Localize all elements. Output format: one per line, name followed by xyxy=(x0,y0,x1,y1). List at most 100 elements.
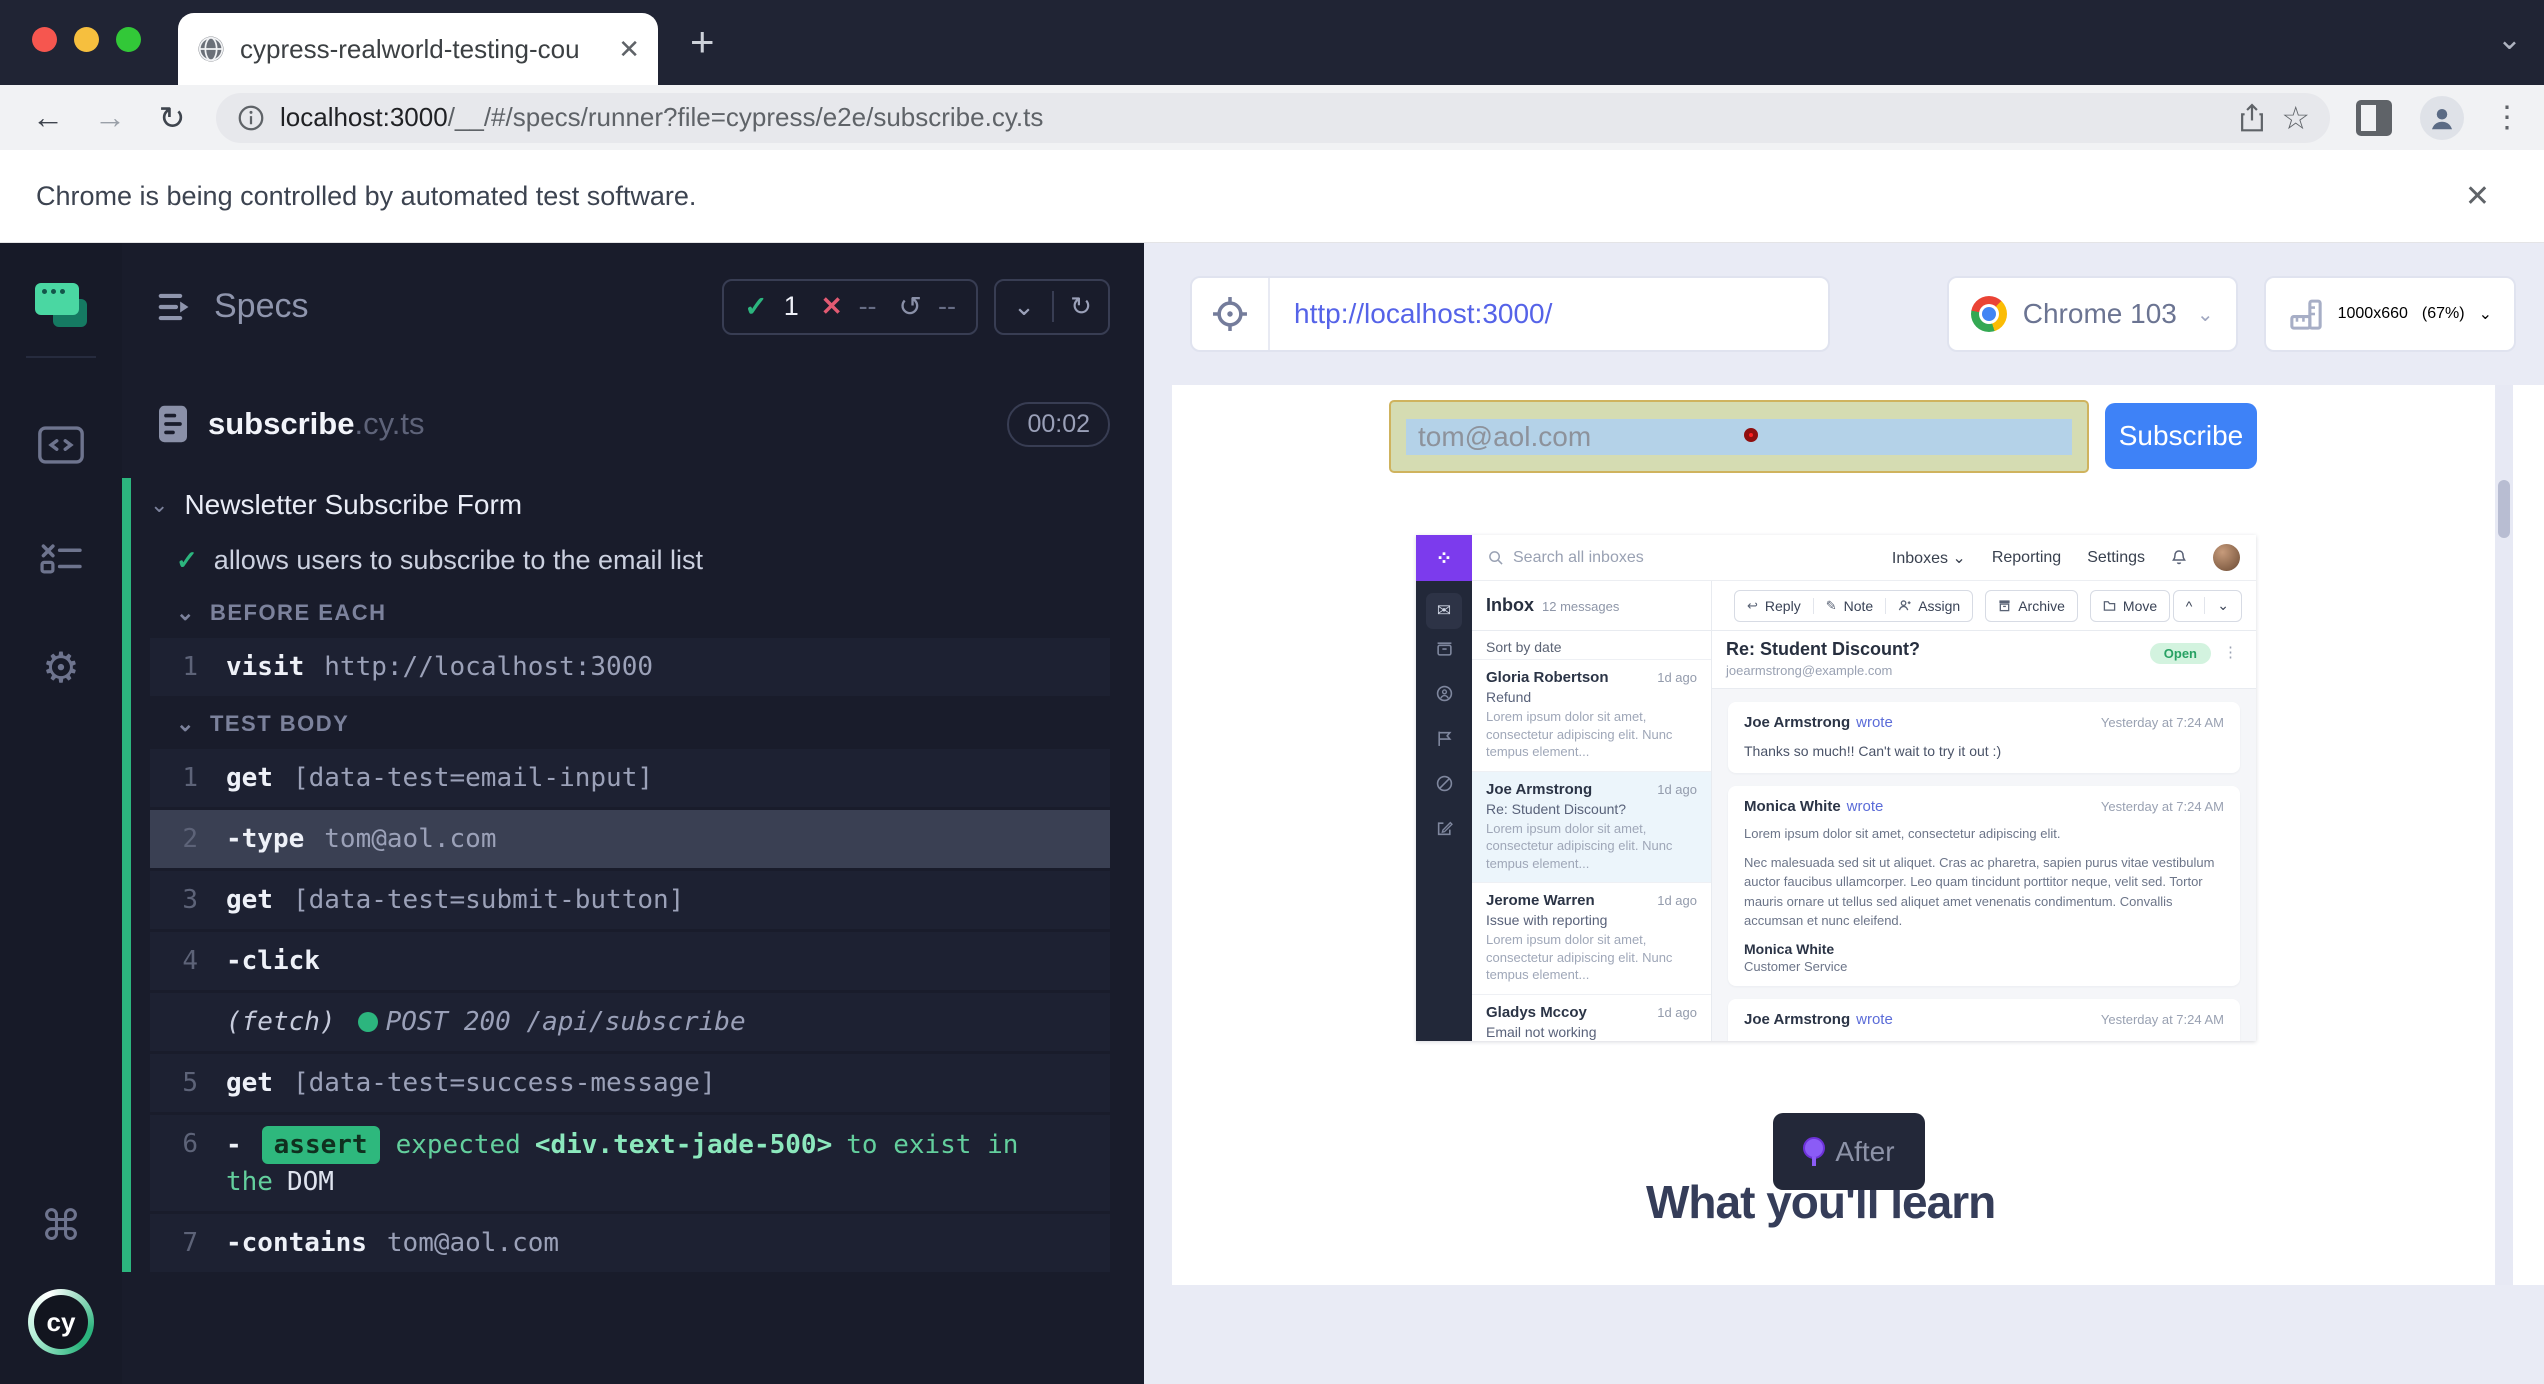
viewport-selector[interactable]: 1000x660 (67%) ⌄ xyxy=(2264,276,2516,352)
bell-icon[interactable] xyxy=(2171,549,2187,566)
inbox-message-count: 12 messages xyxy=(1542,599,1619,614)
command-arg: [data-test=success-message] xyxy=(293,1068,716,1098)
next-message-button[interactable]: ⌄ xyxy=(2204,597,2241,614)
archive-button[interactable]: Archive xyxy=(1985,590,2078,622)
status-badge[interactable]: Open xyxy=(2150,643,2211,664)
list-item[interactable]: Jerome Warren1d ago Issue with reporting… xyxy=(1472,882,1711,994)
banner-close-icon[interactable]: ✕ xyxy=(2465,179,2490,214)
before-each-hook[interactable]: ⌄ BEFORE EACH xyxy=(150,588,1110,638)
url-path: /__/#/specs/runner?file=cypress/e2e/subs… xyxy=(448,102,1044,132)
collapse-all-button[interactable]: ⌄ xyxy=(996,291,1052,322)
search-input[interactable]: Search all inboxes xyxy=(1513,549,1882,567)
suite-row[interactable]: ⌄ Newsletter Subscribe Form xyxy=(150,478,1110,532)
chevron-down-icon: ⌄ xyxy=(176,600,196,626)
list-item-selected[interactable]: Joe Armstrong1d ago Re: Student Discount… xyxy=(1472,771,1711,883)
cypress-logo[interactable]: cy xyxy=(0,1289,122,1355)
message-menu-icon[interactable]: ⋮ xyxy=(2223,643,2238,661)
email-input[interactable]: tom@aol.com xyxy=(1406,419,2072,455)
new-tab-button[interactable]: + xyxy=(690,18,715,66)
share-icon[interactable] xyxy=(2237,102,2267,134)
list-item[interactable]: Gloria Robertson1d ago Refund Lorem ipsu… xyxy=(1472,659,1711,771)
rail-settings-gear-icon[interactable]: ⚙ xyxy=(0,647,122,689)
move-button[interactable]: Move xyxy=(2090,590,2170,622)
browser-tab[interactable]: cypress-realworld-testing-cou ✕ xyxy=(178,13,658,85)
minimize-window-button[interactable] xyxy=(74,27,99,52)
compose-icon[interactable] xyxy=(1436,820,1453,837)
failed-count: -- xyxy=(859,291,877,322)
command-row-get-email[interactable]: 1 get[data-test=email-input] xyxy=(150,749,1110,807)
command-row-get-submit[interactable]: 3 get[data-test=submit-button] xyxy=(150,871,1110,929)
aut-url-bar: http://localhost:3000/ xyxy=(1190,276,1830,352)
subscribe-button[interactable]: Subscribe xyxy=(2105,403,2257,469)
rail-divider xyxy=(26,356,96,358)
spec-duration-badge: 00:02 xyxy=(1007,402,1110,447)
assert-expected: expected xyxy=(396,1130,521,1160)
prev-message-button[interactable]: ^ xyxy=(2174,598,2205,614)
command-row-assert[interactable]: 6 6 -assertexpected<div.text-jade-500>to… xyxy=(150,1115,1110,1211)
command-name: -type xyxy=(226,824,304,854)
nav-settings[interactable]: Settings xyxy=(2087,549,2145,567)
assert-selector: <div.text-jade-500> xyxy=(535,1130,832,1160)
list-item[interactable]: Gladys Mccoy1d ago Email not working Lor… xyxy=(1472,994,1711,1041)
navbar-right: ⋮ xyxy=(2356,96,2522,140)
reload-button[interactable]: ↻ xyxy=(146,99,198,137)
note-button[interactable]: ✎Note xyxy=(1813,598,1885,614)
test-body-hook[interactable]: ⌄ TEST BODY xyxy=(150,699,1110,749)
failed-icon: ✕ xyxy=(821,291,843,322)
contact-icon[interactable] xyxy=(1436,685,1453,702)
command-row-get-success[interactable]: 5 get[data-test=success-message] xyxy=(150,1054,1110,1112)
aut-url-input[interactable]: http://localhost:3000/ xyxy=(1270,298,1552,330)
email-input-highlight: tom@aol.com xyxy=(1389,400,2089,473)
command-number: 5 xyxy=(150,1065,226,1101)
command-row-visit[interactable]: 1 visithttp://localhost:3000 xyxy=(150,638,1110,696)
message-sender-email: joearmstrong@example.com xyxy=(1726,663,1920,678)
user-avatar[interactable] xyxy=(2213,544,2240,571)
sort-by-date[interactable]: Sort by date xyxy=(1472,631,1711,659)
selector-playground-button[interactable] xyxy=(1192,278,1270,350)
rail-runs-icon[interactable] xyxy=(0,537,122,577)
browser-selector-label: Chrome 103 xyxy=(2023,298,2177,330)
bookmark-star-icon[interactable]: ☆ xyxy=(2281,102,2310,134)
page-info-icon[interactable] xyxy=(236,103,266,133)
browser-menu-icon[interactable]: ⋮ xyxy=(2492,100,2522,135)
rail-specs-icon[interactable] xyxy=(0,425,122,465)
test-row[interactable]: ✓ allows users to subscribe to the email… xyxy=(150,532,1110,588)
rail-keyboard-shortcuts-icon[interactable]: ⌘ xyxy=(0,1205,122,1247)
command-row-click[interactable]: 4 -click xyxy=(150,932,1110,990)
message-list: Sort by date Gloria Robertson1d ago Refu… xyxy=(1472,631,1712,1041)
rerun-tests-button[interactable]: ↻ xyxy=(1052,291,1108,322)
maximize-window-button[interactable] xyxy=(116,27,141,52)
browser-navbar: ← → ↻ localhost:3000/__/#/specs/runner?f… xyxy=(0,85,2544,150)
side-panel-icon[interactable] xyxy=(2356,100,2392,136)
browser-selector[interactable]: Chrome 103 ⌄ xyxy=(1947,276,2238,352)
flag-icon[interactable] xyxy=(1436,730,1453,747)
profile-avatar[interactable] xyxy=(2420,96,2464,140)
reply-button[interactable]: ↩Reply xyxy=(1735,598,1813,614)
command-number: 1 xyxy=(150,649,226,685)
automation-banner-text: Chrome is being controlled by automated … xyxy=(36,181,2465,212)
close-window-button[interactable] xyxy=(32,27,57,52)
command-row-contains[interactable]: 7 -containstom@aol.com xyxy=(150,1214,1110,1272)
message-detail-pane: Re: Student Discount? joearmstrong@examp… xyxy=(1712,631,2256,1041)
address-bar[interactable]: localhost:3000/__/#/specs/runner?file=cy… xyxy=(216,93,2330,143)
specs-list-icon[interactable] xyxy=(156,289,196,325)
command-number xyxy=(150,1004,226,1040)
inbox-mail-icon[interactable]: ✉ xyxy=(1426,593,1462,629)
archive-icon[interactable] xyxy=(1436,640,1453,657)
tab-close-icon[interactable]: ✕ xyxy=(618,34,640,65)
command-row-type[interactable]: 2 -typetom@aol.com xyxy=(150,810,1110,868)
assign-button[interactable]: Assign xyxy=(1885,598,1972,614)
command-name: -click xyxy=(226,946,320,976)
nav-inboxes[interactable]: Inboxes ⌄ xyxy=(1892,548,1966,568)
spec-file-row[interactable]: subscribe.cy.ts 00:02 xyxy=(122,370,1144,478)
command-row-fetch-event[interactable]: (fetch)POST 200 /api/subscribe xyxy=(150,993,1110,1051)
back-button[interactable]: ← xyxy=(22,99,74,136)
rail-active-browser-icon[interactable] xyxy=(0,283,122,327)
tab-list-chevron-icon[interactable]: ⌄ xyxy=(2497,22,2522,57)
aut-scrollbar-thumb[interactable] xyxy=(2498,480,2510,538)
aut-scrollbar-track[interactable] xyxy=(2495,385,2513,1285)
move-folder-icon xyxy=(2103,599,2116,612)
forward-button[interactable]: → xyxy=(84,99,136,136)
nav-reporting[interactable]: Reporting xyxy=(1992,549,2061,567)
block-icon[interactable] xyxy=(1436,775,1453,792)
